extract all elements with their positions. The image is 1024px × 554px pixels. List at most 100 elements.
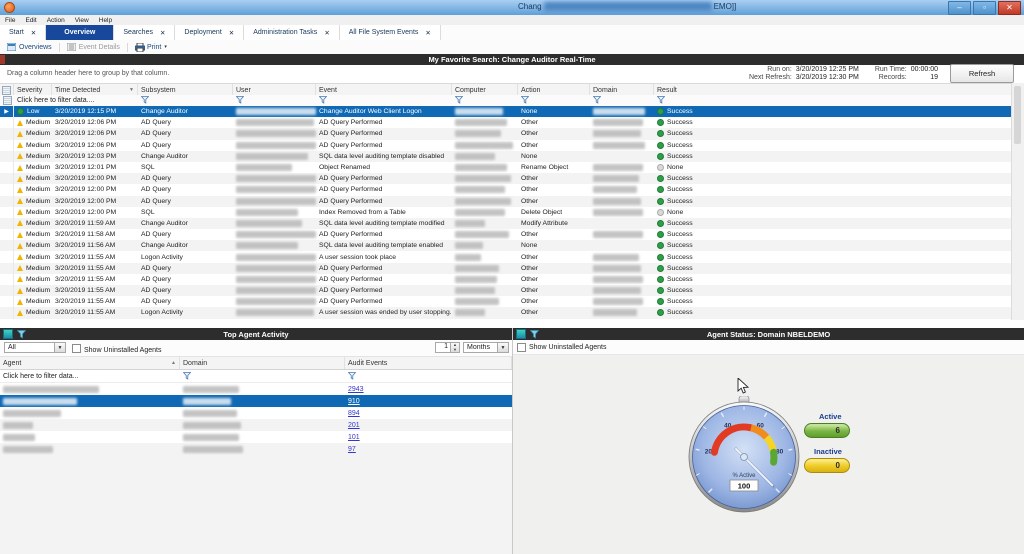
audit-events-link[interactable]: 101: [348, 434, 360, 441]
filter-cell-severity[interactable]: Click here to filter data....: [14, 95, 52, 106]
filter-cell-result[interactable]: [654, 95, 1012, 106]
minimize-button[interactable]: –: [948, 1, 971, 15]
tab-start[interactable]: Start✕: [0, 25, 46, 40]
agent-filter-cell[interactable]: [180, 370, 345, 382]
tab-close-icon[interactable]: ✕: [324, 29, 329, 37]
filter-cell-domain[interactable]: [590, 95, 654, 106]
tab-close-icon[interactable]: ✕: [425, 29, 430, 37]
audit-events-link[interactable]: 201: [348, 422, 360, 429]
spinner-arrows-icon[interactable]: ▲▼: [450, 343, 459, 352]
filter-funnel-icon[interactable]: [348, 372, 357, 381]
maximize-button[interactable]: ▫: [973, 1, 996, 15]
agent-filter-cell[interactable]: Click here to filter data...: [0, 370, 180, 382]
tab-close-icon[interactable]: ✕: [31, 29, 36, 37]
event-row[interactable]: Medium3/20/2019 11:55 AMAD QueryAD Query…: [0, 274, 1012, 285]
filter-cell-action[interactable]: [518, 95, 590, 106]
agent-scope-select[interactable]: All ▼: [4, 342, 66, 353]
event-row[interactable]: Medium3/20/2019 11:56 AMChange AuditorSQ…: [0, 240, 1012, 251]
filter-cell-subsystem[interactable]: [138, 95, 233, 106]
event-row[interactable]: Medium3/20/2019 12:03 PMChange AuditorSQ…: [0, 151, 1012, 162]
event-row[interactable]: Medium3/20/2019 12:06 PMAD QueryAD Query…: [0, 128, 1012, 139]
status-show-uninstalled-checkbox[interactable]: [517, 343, 526, 352]
filter-cell-user[interactable]: [233, 95, 316, 106]
menu-item-edit[interactable]: Edit: [20, 17, 41, 24]
audit-events-link[interactable]: 2943: [348, 386, 364, 393]
event-row[interactable]: Medium3/20/2019 12:00 PMAD QueryAD Query…: [0, 173, 1012, 184]
event-row[interactable]: Medium3/20/2019 11:55 AMLogon ActivityA …: [0, 307, 1012, 318]
filter-cell-event[interactable]: [316, 95, 452, 106]
event-row[interactable]: Medium3/20/2019 11:55 AMAD QueryAD Query…: [0, 263, 1012, 274]
event-row[interactable]: Medium3/20/2019 12:06 PMAD QueryAD Query…: [0, 140, 1012, 151]
event-row[interactable]: Medium3/20/2019 11:55 AMAD QueryAD Query…: [0, 285, 1012, 296]
active-count-pill[interactable]: 6: [804, 423, 850, 438]
agent-row[interactable]: 894: [0, 407, 512, 419]
tab-label: Administration Tasks: [253, 29, 317, 36]
menu-item-help[interactable]: Help: [94, 17, 117, 24]
filter-funnel-icon[interactable]: [593, 96, 602, 105]
event-row[interactable]: Medium3/20/2019 12:01 PMSQLObject Rename…: [0, 162, 1012, 173]
agent-grid-filter-row[interactable]: Click here to filter data...: [0, 370, 512, 383]
menu-item-file[interactable]: File: [0, 17, 20, 24]
chevron-down-icon[interactable]: ▼: [54, 343, 65, 352]
print-button[interactable]: Print ▾: [128, 40, 174, 54]
menu-item-action[interactable]: Action: [42, 17, 70, 24]
tab-overview[interactable]: Overview: [46, 25, 114, 40]
redacted-domain: [593, 164, 643, 171]
filter-funnel-icon[interactable]: [657, 96, 666, 105]
close-button[interactable]: ✕: [998, 1, 1021, 15]
agent-column-header-domain[interactable]: Domain: [180, 357, 345, 369]
filter-funnel-icon[interactable]: [455, 96, 464, 105]
event-row[interactable]: Medium3/20/2019 11:55 AMLogon ActivityA …: [0, 251, 1012, 262]
tab-all-file-system-events[interactable]: All File System Events✕: [340, 25, 441, 40]
filter-cell-time-detected[interactable]: [52, 95, 138, 106]
tab-searches[interactable]: Searches✕: [114, 25, 175, 40]
event-row[interactable]: Medium3/20/2019 12:00 PMSQLIndex Removed…: [0, 207, 1012, 218]
audit-events-link[interactable]: 910: [348, 398, 360, 405]
computer-cell: [452, 218, 518, 229]
event-row[interactable]: ▶Low3/20/2019 12:15 PMChange AuditorChan…: [0, 106, 1012, 117]
event-row[interactable]: Medium3/20/2019 11:59 AMChange AuditorSQ…: [0, 218, 1012, 229]
event-row[interactable]: Medium3/20/2019 12:00 PMAD QueryAD Query…: [0, 184, 1012, 195]
period-value-spinner[interactable]: 1 ▲▼: [435, 342, 460, 353]
event-row[interactable]: Medium3/20/2019 11:58 AMAD QueryAD Query…: [0, 229, 1012, 240]
computer-cell: [452, 151, 518, 162]
event-row[interactable]: Medium3/20/2019 12:06 PMAD QueryAD Query…: [0, 117, 1012, 128]
event-row[interactable]: Medium3/20/2019 11:55 AMAD QueryAD Query…: [0, 296, 1012, 307]
filter-funnel-icon[interactable]: [521, 96, 530, 105]
agent-row[interactable]: 910: [0, 395, 512, 407]
user-cell: [233, 251, 316, 262]
agent-column-header-agent[interactable]: Agent▲: [0, 357, 180, 369]
audit-events-link[interactable]: 97: [348, 446, 356, 453]
print-dropdown-caret[interactable]: ▾: [164, 44, 167, 50]
overviews-button[interactable]: Overviews: [0, 40, 59, 54]
inactive-count-pill[interactable]: 0: [804, 458, 850, 473]
tab-administration-tasks[interactable]: Administration Tasks ✕: [244, 25, 340, 40]
tab-deployment[interactable]: Deployment✕: [175, 25, 244, 40]
period-unit-select[interactable]: Months ▼: [463, 342, 509, 353]
event-row[interactable]: Medium3/20/2019 12:00 PMAD QueryAD Query…: [0, 196, 1012, 207]
filter-funnel-icon[interactable]: [319, 96, 328, 105]
filter-funnel-icon[interactable]: [183, 372, 192, 381]
refresh-button[interactable]: Refresh: [950, 64, 1014, 83]
agent-row[interactable]: 97: [0, 443, 512, 455]
chevron-down-icon[interactable]: ▼: [497, 343, 508, 352]
menu-item-view[interactable]: View: [70, 17, 94, 24]
grid-scrollbar[interactable]: [1011, 83, 1024, 320]
agent-column-header-audit-events[interactable]: Audit Events: [345, 357, 512, 369]
agent-row[interactable]: 201: [0, 419, 512, 431]
event-details-icon: [67, 43, 76, 51]
tab-close-icon[interactable]: ✕: [229, 29, 234, 37]
filter-funnel-icon[interactable]: [236, 96, 245, 105]
show-uninstalled-checkbox[interactable]: [72, 344, 81, 353]
tab-close-icon[interactable]: ✕: [160, 29, 165, 37]
filter-cell-computer[interactable]: [452, 95, 518, 106]
event-details-button[interactable]: Event Details: [60, 40, 127, 54]
grid-scrollbar-thumb[interactable]: [1014, 86, 1021, 144]
redacted-computer: [455, 164, 507, 171]
audit-events-link[interactable]: 894: [348, 410, 360, 417]
agent-filter-cell[interactable]: [345, 370, 512, 382]
group-by-hint: Drag a column header here to group by th…: [7, 70, 169, 77]
agent-row[interactable]: 2943: [0, 383, 512, 395]
filter-funnel-icon[interactable]: [141, 96, 150, 105]
agent-row[interactable]: 101: [0, 431, 512, 443]
